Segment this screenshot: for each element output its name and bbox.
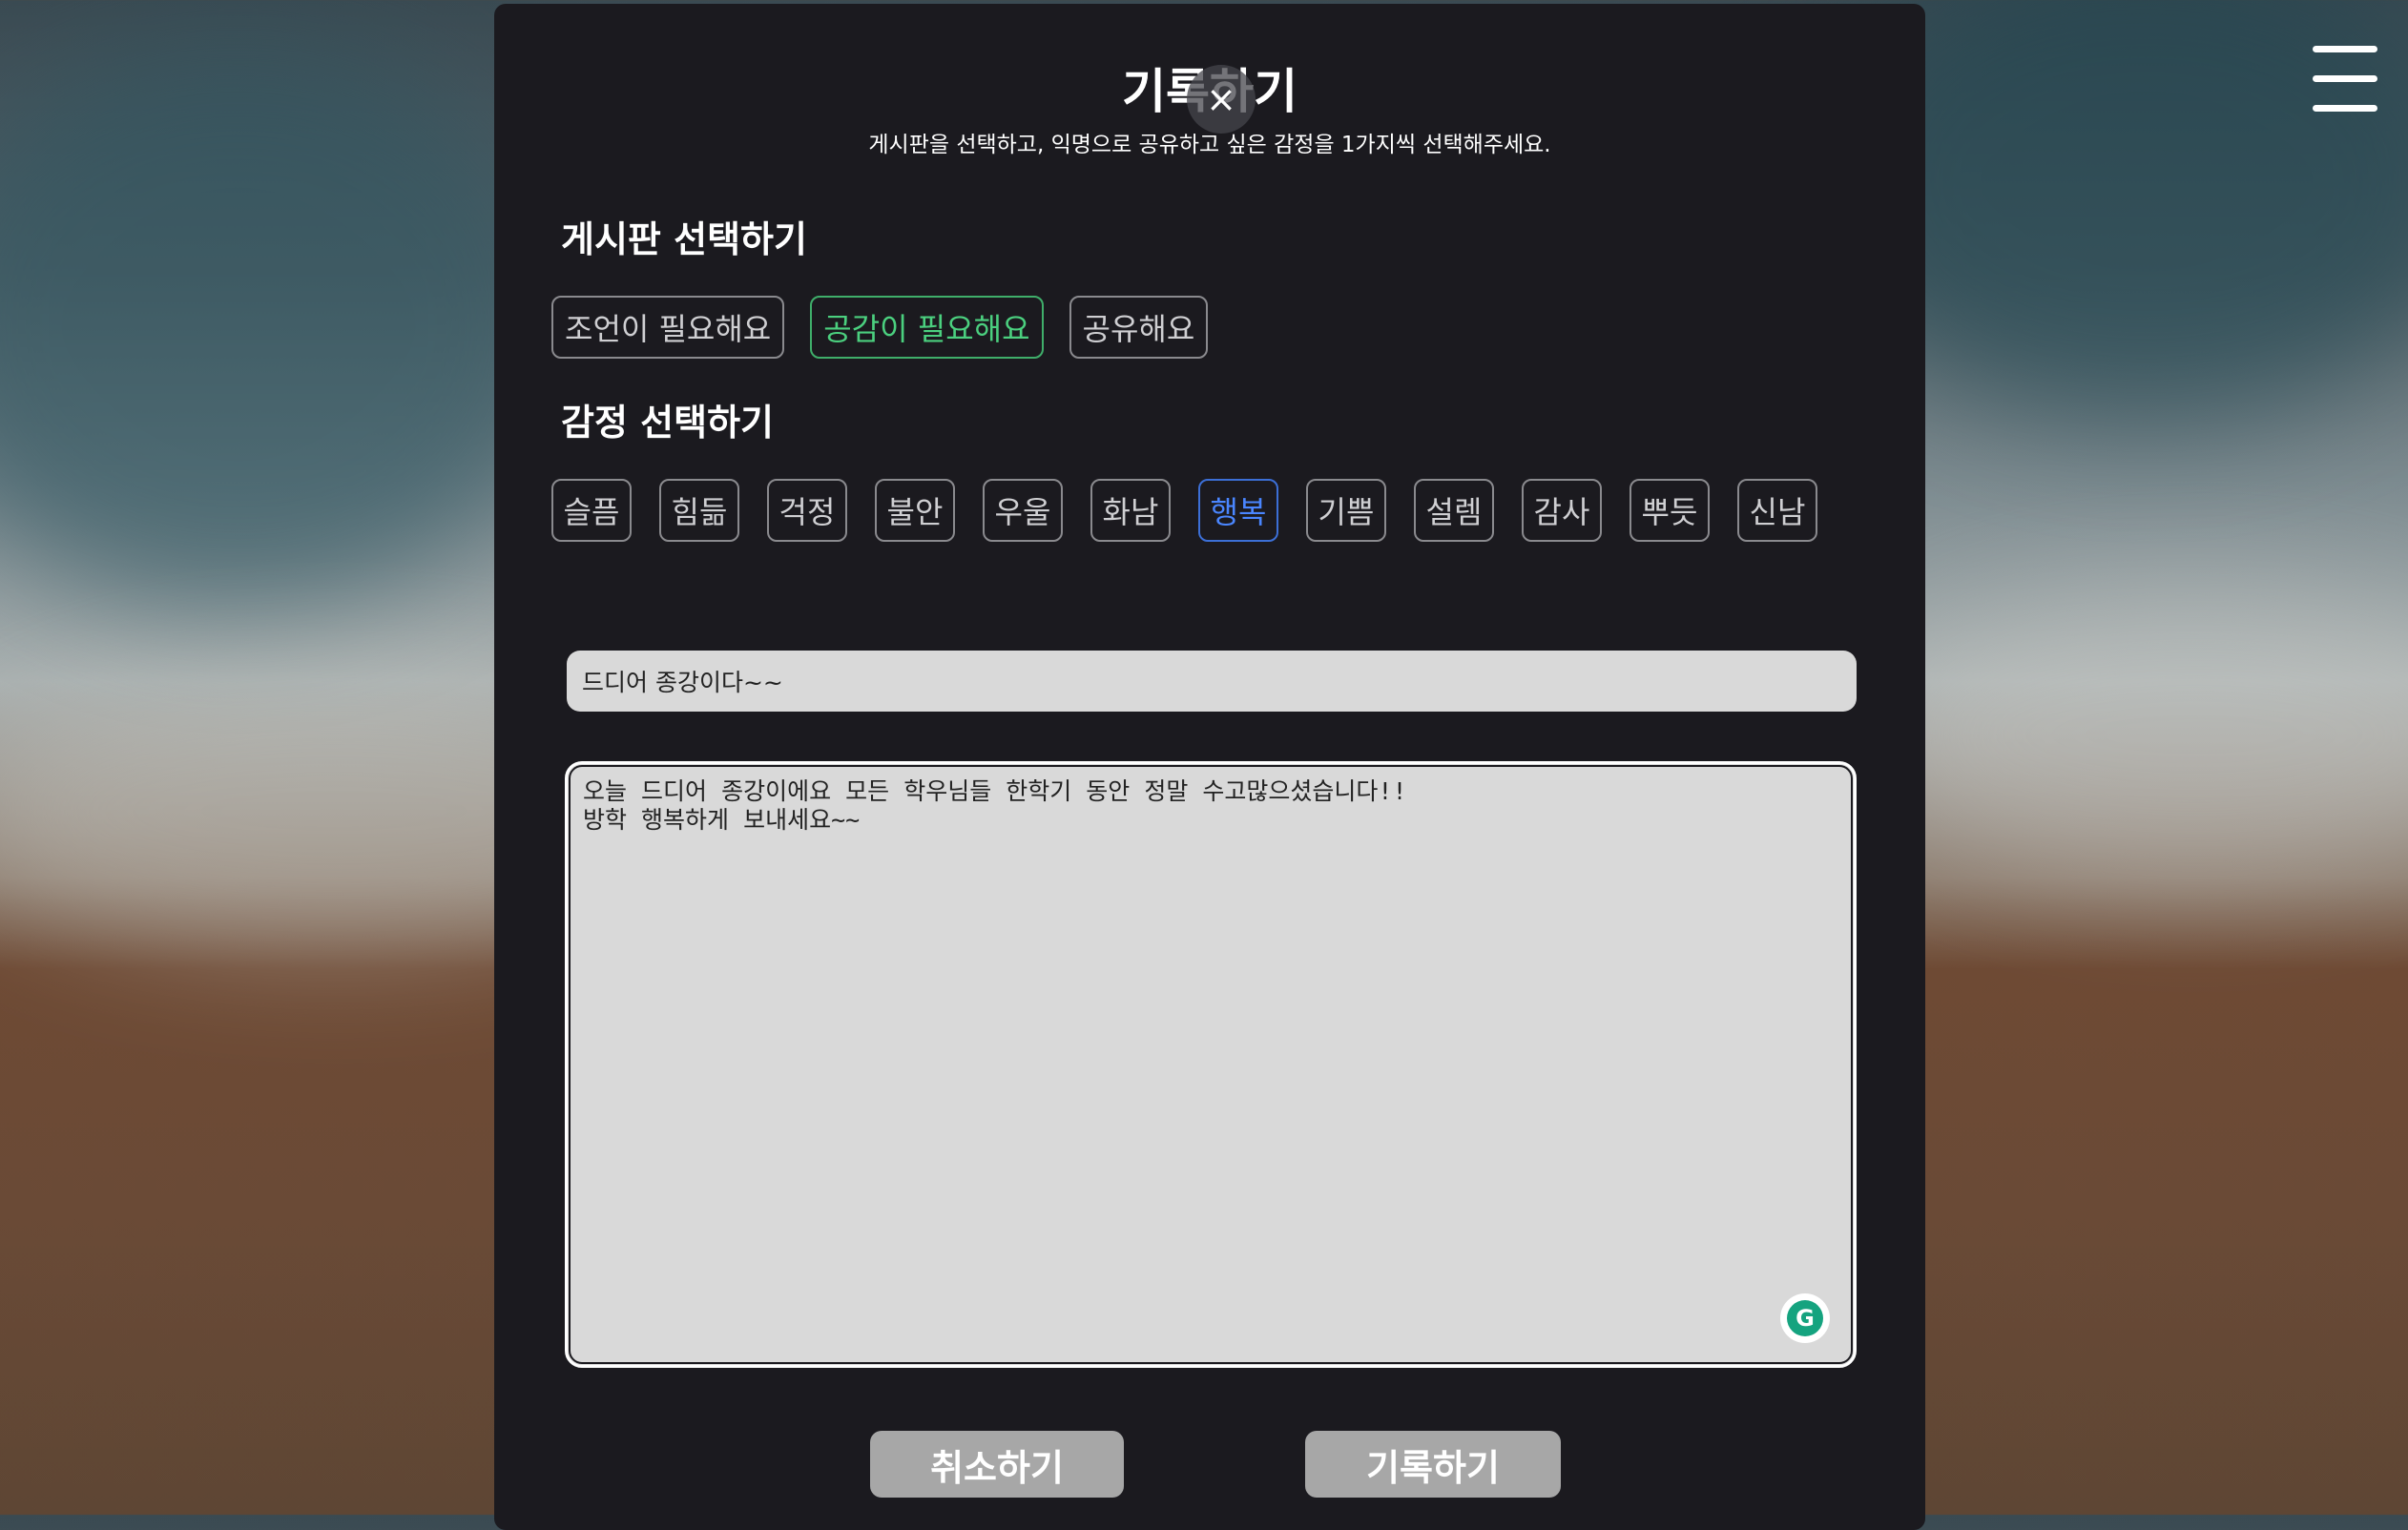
emotion-option-worry[interactable]: 걱정 [767,479,847,542]
emotion-option-happiness[interactable]: 행복 [1198,479,1278,542]
emotion-option-joy[interactable]: 기쁨 [1306,479,1386,542]
board-option-empathy[interactable]: 공감이 필요해요 [810,296,1044,359]
emotion-option-sadness[interactable]: 슬픔 [551,479,632,542]
hamburger-menu-icon[interactable] [2313,46,2377,113]
post-title-input[interactable]: 드디어 종강이다~~ [567,651,1857,712]
cancel-button[interactable]: 취소하기 [870,1431,1124,1498]
close-icon[interactable]: × [1187,65,1256,134]
background-blur [1860,591,2408,878]
board-section-title: 게시판 선택하기 [561,218,807,260]
emotion-option-pride[interactable]: 뿌듯 [1630,479,1710,542]
emotion-section-title: 감정 선택하기 [561,402,774,444]
submit-button[interactable]: 기록하기 [1305,1431,1561,1498]
background-blur [0,38,572,610]
board-option-advice[interactable]: 조언이 필요해요 [551,296,785,359]
emotion-option-gratitude[interactable]: 감사 [1522,479,1602,542]
emotion-option-anxiety[interactable]: 불안 [875,479,955,542]
emotion-option-thrill[interactable]: 신남 [1737,479,1817,542]
post-content-textarea[interactable]: 오늘 드디어 종강이에요 모든 학우님들 한학기 동안 정말 수고많으셨습니다!… [565,761,1857,1368]
emotion-option-anger[interactable]: 화남 [1090,479,1171,542]
emotion-options: 슬픔 힘듦 걱정 불안 우울 화남 행복 기쁨 설렘 감사 뿌듯 신남 [551,479,1817,542]
grammarly-icon[interactable]: G [1780,1293,1830,1343]
emotion-option-excitement[interactable]: 설렘 [1414,479,1494,542]
board-option-share[interactable]: 공유해요 [1069,296,1209,359]
emotion-option-hardship[interactable]: 힘듦 [659,479,739,542]
board-options: 조언이 필요해요 공감이 필요해요 공유해요 [551,296,1209,359]
record-modal: 기록하기 × 게시판을 선택하고, 익명으로 공유하고 싶은 감정을 1가지씩 … [494,4,1925,1530]
emotion-option-depression[interactable]: 우울 [983,479,1063,542]
modal-subtitle: 게시판을 선택하고, 익명으로 공유하고 싶은 감정을 1가지씩 선택해주세요. [868,133,1551,157]
